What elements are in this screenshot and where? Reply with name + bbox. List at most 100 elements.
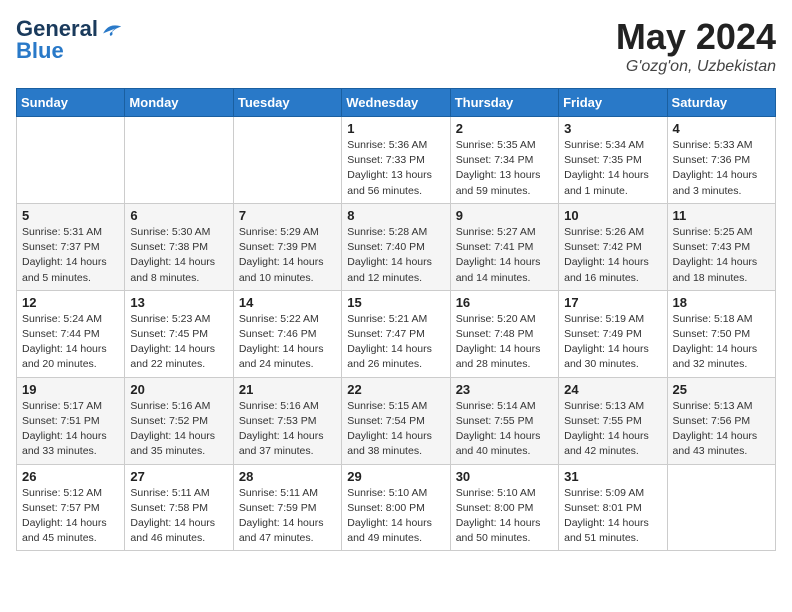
calendar-day-cell: 28 Sunrise: 5:11 AMSunset: 7:59 PMDayligh… — [233, 464, 341, 551]
calendar-day-cell — [667, 464, 775, 551]
calendar-day-cell: 20Sunrise: 5:16 AMSunset: 7:52 PMDayligh… — [125, 377, 233, 464]
day-number: 13 — [130, 295, 227, 310]
calendar-table: SundayMondayTuesdayWednesdayThursdayFrid… — [16, 88, 776, 551]
calendar-day-cell: 16Sunrise: 5:20 AMSunset: 7:48 PMDayligh… — [450, 290, 558, 377]
calendar-day-cell: 31 Sunrise: 5:09 AMSunset: 8:01 PMDayligh… — [559, 464, 667, 551]
day-info: Sunrise: 5:27 AMSunset: 7:41 PMDaylight:… — [456, 225, 553, 286]
calendar-day-cell: 26 Sunrise: 5:12 AMSunset: 7:57 PMDayligh… — [17, 464, 125, 551]
day-info: Sunrise: 5:33 AMSunset: 7:36 PMDaylight:… — [673, 138, 770, 199]
calendar-day-cell: 2Sunrise: 5:35 AMSunset: 7:34 PMDaylight… — [450, 117, 558, 204]
weekday-header-cell: Wednesday — [342, 89, 450, 117]
day-number: 6 — [130, 208, 227, 223]
calendar-day-cell — [233, 117, 341, 204]
weekday-header-cell: Thursday — [450, 89, 558, 117]
day-number: 20 — [130, 382, 227, 397]
day-number: 14 — [239, 295, 336, 310]
header: General Blue May 2024 G'ozg'on, Uzbekist… — [16, 16, 776, 76]
calendar-day-cell: 4 Sunrise: 5:33 AMSunset: 7:36 PMDaylight… — [667, 117, 775, 204]
day-number: 8 — [347, 208, 444, 223]
day-info: Sunrise: 5:10 AMSunset: 8:00 PMDaylight:… — [456, 486, 553, 547]
calendar-day-cell: 13Sunrise: 5:23 AMSunset: 7:45 PMDayligh… — [125, 290, 233, 377]
calendar-day-cell: 1 Sunrise: 5:36 AMSunset: 7:33 PMDaylight… — [342, 117, 450, 204]
day-info: Sunrise: 5:18 AMSunset: 7:50 PMDaylight:… — [673, 312, 770, 373]
day-number: 4 — [673, 121, 770, 136]
weekday-header-cell: Monday — [125, 89, 233, 117]
day-number: 12 — [22, 295, 119, 310]
calendar-day-cell: 12 Sunrise: 5:24 AMSunset: 7:44 PMDayligh… — [17, 290, 125, 377]
day-info: Sunrise: 5:28 AMSunset: 7:40 PMDaylight:… — [347, 225, 444, 286]
calendar-container: General Blue May 2024 G'ozg'on, Uzbekist… — [0, 0, 792, 559]
day-number: 11 — [673, 208, 770, 223]
day-number: 21 — [239, 382, 336, 397]
day-info: Sunrise: 5:12 AMSunset: 7:57 PMDaylight:… — [22, 486, 119, 547]
day-info: Sunrise: 5:34 AMSunset: 7:35 PMDaylight:… — [564, 138, 661, 199]
calendar-day-cell: 27 Sunrise: 5:11 AMSunset: 7:58 PMDayligh… — [125, 464, 233, 551]
day-info: Sunrise: 5:30 AMSunset: 7:38 PMDaylight:… — [130, 225, 227, 286]
calendar-body: 1 Sunrise: 5:36 AMSunset: 7:33 PMDaylight… — [17, 117, 776, 551]
calendar-day-cell: 8 Sunrise: 5:28 AMSunset: 7:40 PMDaylight… — [342, 203, 450, 290]
day-info: Sunrise: 5:24 AMSunset: 7:44 PMDaylight:… — [22, 312, 119, 373]
calendar-day-cell: 22 Sunrise: 5:15 AMSunset: 7:54 PMDayligh… — [342, 377, 450, 464]
calendar-day-cell: 7 Sunrise: 5:29 AMSunset: 7:39 PMDaylight… — [233, 203, 341, 290]
day-info: Sunrise: 5:20 AMSunset: 7:48 PMDaylight:… — [456, 312, 553, 373]
logo-blue: Blue — [16, 38, 64, 64]
day-info: Sunrise: 5:25 AMSunset: 7:43 PMDaylight:… — [673, 225, 770, 286]
day-number: 31 — [564, 469, 661, 484]
day-info: Sunrise: 5:11 AMSunset: 7:59 PMDaylight:… — [239, 486, 336, 547]
day-number: 29 — [347, 469, 444, 484]
day-number: 15 — [347, 295, 444, 310]
day-number: 18 — [673, 295, 770, 310]
day-info: Sunrise: 5:14 AMSunset: 7:55 PMDaylight:… — [456, 399, 553, 460]
calendar-day-cell: 21 Sunrise: 5:16 AMSunset: 7:53 PMDayligh… — [233, 377, 341, 464]
day-number: 17 — [564, 295, 661, 310]
calendar-day-cell: 15 Sunrise: 5:21 AMSunset: 7:47 PMDayligh… — [342, 290, 450, 377]
day-number: 1 — [347, 121, 444, 136]
logo: General Blue — [16, 16, 124, 64]
day-info: Sunrise: 5:29 AMSunset: 7:39 PMDaylight:… — [239, 225, 336, 286]
calendar-day-cell — [125, 117, 233, 204]
day-number: 23 — [456, 382, 553, 397]
weekday-header-row: SundayMondayTuesdayWednesdayThursdayFrid… — [17, 89, 776, 117]
day-number: 26 — [22, 469, 119, 484]
day-info: Sunrise: 5:36 AMSunset: 7:33 PMDaylight:… — [347, 138, 444, 199]
location: G'ozg'on, Uzbekistan — [616, 58, 776, 76]
day-number: 30 — [456, 469, 553, 484]
calendar-day-cell: 14 Sunrise: 5:22 AMSunset: 7:46 PMDayligh… — [233, 290, 341, 377]
day-info: Sunrise: 5:11 AMSunset: 7:58 PMDaylight:… — [130, 486, 227, 547]
calendar-day-cell: 30 Sunrise: 5:10 AMSunset: 8:00 PMDayligh… — [450, 464, 558, 551]
day-number: 2 — [456, 121, 553, 136]
calendar-day-cell: 23 Sunrise: 5:14 AMSunset: 7:55 PMDayligh… — [450, 377, 558, 464]
day-info: Sunrise: 5:26 AMSunset: 7:42 PMDaylight:… — [564, 225, 661, 286]
day-number: 19 — [22, 382, 119, 397]
weekday-header-cell: Saturday — [667, 89, 775, 117]
day-info: Sunrise: 5:19 AMSunset: 7:49 PMDaylight:… — [564, 312, 661, 373]
calendar-day-cell: 6 Sunrise: 5:30 AMSunset: 7:38 PMDaylight… — [125, 203, 233, 290]
calendar-day-cell: 18 Sunrise: 5:18 AMSunset: 7:50 PMDayligh… — [667, 290, 775, 377]
day-number: 10 — [564, 208, 661, 223]
day-number: 28 — [239, 469, 336, 484]
day-info: Sunrise: 5:15 AMSunset: 7:54 PMDaylight:… — [347, 399, 444, 460]
weekday-header-cell: Sunday — [17, 89, 125, 117]
day-info: Sunrise: 5:13 AMSunset: 7:56 PMDaylight:… — [673, 399, 770, 460]
calendar-week-row: 5 Sunrise: 5:31 AMSunset: 7:37 PMDaylight… — [17, 203, 776, 290]
day-number: 9 — [456, 208, 553, 223]
title-area: May 2024 G'ozg'on, Uzbekistan — [616, 16, 776, 76]
day-number: 24 — [564, 382, 661, 397]
day-number: 7 — [239, 208, 336, 223]
calendar-day-cell: 19Sunrise: 5:17 AMSunset: 7:51 PMDayligh… — [17, 377, 125, 464]
day-info: Sunrise: 5:31 AMSunset: 7:37 PMDaylight:… — [22, 225, 119, 286]
day-info: Sunrise: 5:09 AMSunset: 8:01 PMDaylight:… — [564, 486, 661, 547]
day-info: Sunrise: 5:10 AMSunset: 8:00 PMDaylight:… — [347, 486, 444, 547]
day-info: Sunrise: 5:22 AMSunset: 7:46 PMDaylight:… — [239, 312, 336, 373]
day-info: Sunrise: 5:16 AMSunset: 7:53 PMDaylight:… — [239, 399, 336, 460]
calendar-day-cell: 11 Sunrise: 5:25 AMSunset: 7:43 PMDayligh… — [667, 203, 775, 290]
day-info: Sunrise: 5:21 AMSunset: 7:47 PMDaylight:… — [347, 312, 444, 373]
day-number: 22 — [347, 382, 444, 397]
weekday-header-cell: Friday — [559, 89, 667, 117]
calendar-day-cell: 5 Sunrise: 5:31 AMSunset: 7:37 PMDaylight… — [17, 203, 125, 290]
day-number: 5 — [22, 208, 119, 223]
day-number: 27 — [130, 469, 227, 484]
calendar-day-cell: 29 Sunrise: 5:10 AMSunset: 8:00 PMDayligh… — [342, 464, 450, 551]
calendar-week-row: 1 Sunrise: 5:36 AMSunset: 7:33 PMDaylight… — [17, 117, 776, 204]
calendar-day-cell: 24Sunrise: 5:13 AMSunset: 7:55 PMDayligh… — [559, 377, 667, 464]
